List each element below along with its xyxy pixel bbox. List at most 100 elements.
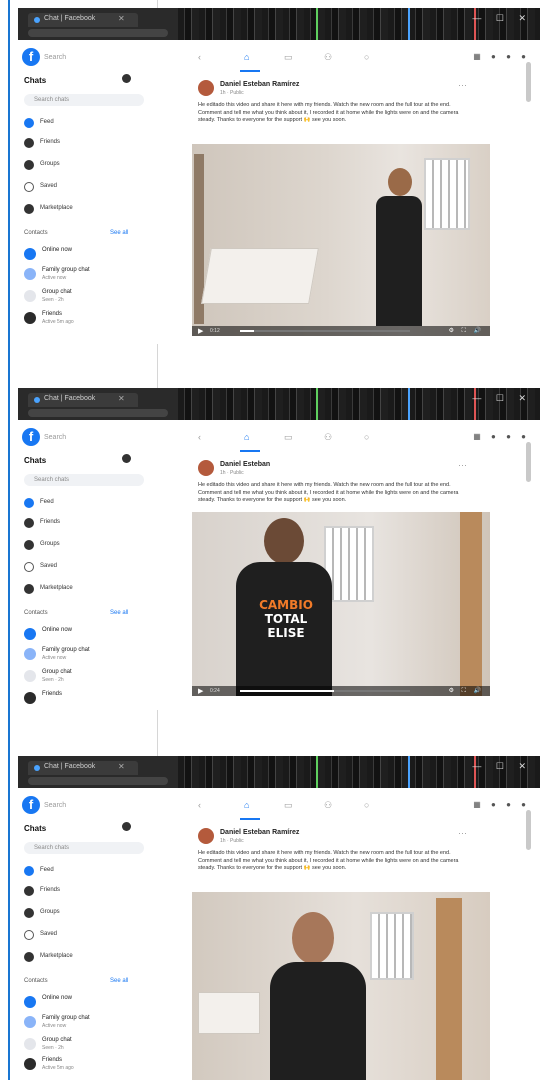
scrollbar[interactable] <box>526 810 531 850</box>
sidebar-item-feed[interactable]: Feed <box>24 116 149 132</box>
chat-item[interactable]: Online now <box>24 626 154 646</box>
chat-item[interactable]: Group chat Seen · 2h <box>24 1036 154 1056</box>
chat-item[interactable]: Group chat Seen · 2h <box>24 668 154 688</box>
sidebar-search-input[interactable]: Search chats <box>24 474 144 486</box>
home-tab-icon[interactable]: ⌂ <box>244 432 249 442</box>
chat-item[interactable]: Online now <box>24 994 154 1014</box>
sidebar-item-friends[interactable]: Friends <box>24 884 149 900</box>
back-icon[interactable]: ‹ <box>198 52 201 62</box>
chat-item[interactable]: Family group chat Active now <box>24 1014 154 1034</box>
window-controls[interactable]: — ☐ ✕ <box>472 13 532 24</box>
header-search[interactable]: Search <box>44 434 66 441</box>
video-person-head <box>264 518 304 564</box>
chat-item[interactable]: Online now <box>24 246 154 266</box>
notifications-tab-icon[interactable]: ○ <box>364 432 369 442</box>
facebook-logo-icon[interactable]: f <box>22 796 40 814</box>
shop-icon <box>24 952 34 962</box>
scrollbar[interactable] <box>526 62 531 102</box>
new-chat-icon[interactable] <box>122 74 131 83</box>
post-author-avatar[interactable] <box>198 80 214 96</box>
see-all-link[interactable]: See all <box>110 610 128 616</box>
see-all-link[interactable]: See all <box>110 978 128 984</box>
account-icons[interactable]: ▦ ● ● ● <box>473 800 530 809</box>
new-chat-icon[interactable] <box>122 822 131 831</box>
video-settings-icons[interactable]: ⚙ ⛶ 🔊 <box>449 687 484 695</box>
chat-name: Group chat <box>42 669 72 675</box>
sidebar-item-marketplace[interactable]: Marketplace <box>24 202 149 218</box>
account-icons[interactable]: ▦ ● ● ● <box>473 432 530 441</box>
post-author-avatar[interactable] <box>198 828 214 844</box>
notifications-tab-icon[interactable]: ○ <box>364 800 369 810</box>
home-tab-icon[interactable]: ⌂ <box>244 800 249 810</box>
video-settings-icons[interactable]: ⚙ ⛶ 🔊 <box>449 327 484 335</box>
sidebar-item-friends[interactable]: Friends <box>24 136 149 152</box>
video-tab-icon[interactable]: ▭ <box>284 52 293 63</box>
sidebar-item-groups[interactable]: Groups <box>24 158 149 174</box>
back-icon[interactable]: ‹ <box>198 432 201 442</box>
account-icons[interactable]: ▦ ● ● ● <box>473 52 530 61</box>
post-video[interactable]: ▶ 0:12 ⚙ ⛶ 🔊 <box>192 144 490 336</box>
groups-tab-icon[interactable]: ⚇ <box>324 800 332 811</box>
chat-item[interactable]: Family group chat Active now <box>24 646 154 666</box>
sidebar-item-groups[interactable]: Groups <box>24 538 149 554</box>
header-search[interactable]: Search <box>44 802 66 809</box>
address-bar[interactable] <box>28 777 168 785</box>
sidebar-item-marketplace[interactable]: Marketplace <box>24 582 149 598</box>
sidebar-item-marketplace[interactable]: Marketplace <box>24 950 149 966</box>
chat-item[interactable]: Friends <box>24 690 154 710</box>
chat-item[interactable]: Friends Active 5m ago <box>24 1056 154 1076</box>
tab-close-icon[interactable]: ✕ <box>118 394 125 403</box>
sidebar-item-saved[interactable]: Saved <box>24 180 149 196</box>
post-author-name[interactable]: Daniel Esteban Ramírez <box>220 81 299 88</box>
back-icon[interactable]: ‹ <box>198 800 201 810</box>
address-bar[interactable] <box>28 29 168 37</box>
window-controls[interactable]: — ☐ ✕ <box>472 393 532 404</box>
post-author-name[interactable]: Daniel Esteban <box>220 461 270 468</box>
post-more-icon[interactable]: ··· <box>458 80 467 90</box>
post-author-avatar[interactable] <box>198 460 214 476</box>
notifications-tab-icon[interactable]: ○ <box>364 52 369 62</box>
post-timestamp[interactable]: 1h · Public <box>220 90 244 96</box>
sidebar-item-saved[interactable]: Saved <box>24 560 149 576</box>
post-timestamp[interactable]: 1h · Public <box>220 470 244 476</box>
video-seek-bar[interactable] <box>240 690 410 692</box>
scrollbar[interactable] <box>526 442 531 482</box>
sidebar-item-saved[interactable]: Saved <box>24 928 149 944</box>
see-all-link[interactable]: See all <box>110 230 128 236</box>
tab-close-icon[interactable]: ✕ <box>118 762 125 771</box>
groups-tab-icon[interactable]: ⚇ <box>324 52 332 63</box>
post-timestamp[interactable]: 1h · Public <box>220 838 244 844</box>
home-tab-icon[interactable]: ⌂ <box>244 52 249 62</box>
new-chat-icon[interactable] <box>122 454 131 463</box>
address-bar[interactable] <box>28 409 168 417</box>
chat-item[interactable]: Friends Active 5m ago <box>24 310 154 330</box>
post-author-name[interactable]: Daniel Esteban Ramírez <box>220 829 299 836</box>
header-search[interactable]: Search <box>44 54 66 61</box>
chat-item[interactable]: Group chat Seen · 2h <box>24 288 154 308</box>
bookmark-icon <box>24 562 34 572</box>
window-controls[interactable]: — ☐ ✕ <box>472 761 532 772</box>
sidebar-search-input[interactable]: Search chats <box>24 842 144 854</box>
groups-tab-icon[interactable]: ⚇ <box>324 432 332 443</box>
facebook-logo-icon[interactable]: f <box>22 428 40 446</box>
facebook-logo-icon[interactable]: f <box>22 48 40 66</box>
sidebar-item-feed[interactable]: Feed <box>24 864 149 880</box>
sidebar-search-input[interactable]: Search chats <box>24 94 144 106</box>
post-more-icon[interactable]: ··· <box>458 460 467 470</box>
sidebar-item-friends[interactable]: Friends <box>24 516 149 532</box>
sidebar-item-feed[interactable]: Feed <box>24 496 149 512</box>
play-icon[interactable]: ▶ <box>198 687 203 695</box>
sidebar-item-groups[interactable]: Groups <box>24 906 149 922</box>
chat-item[interactable]: Family group chat Active now <box>24 266 154 286</box>
friends-icon <box>24 138 34 148</box>
tab-close-icon[interactable]: ✕ <box>118 14 125 23</box>
video-tab-icon[interactable]: ▭ <box>284 800 293 811</box>
sidebar-title: Chats <box>24 456 47 465</box>
post-video[interactable]: CAMBIO TOTAL ELISE ▶ 0:24 ⚙ ⛶ 🔊 <box>192 512 490 696</box>
video-seek-bar[interactable] <box>240 330 410 332</box>
post-more-icon[interactable]: ··· <box>458 828 467 838</box>
video-tab-icon[interactable]: ▭ <box>284 432 293 443</box>
sidebar-item-label: Friends <box>40 519 61 525</box>
post-video[interactable] <box>192 892 490 1080</box>
play-icon[interactable]: ▶ <box>198 327 203 335</box>
